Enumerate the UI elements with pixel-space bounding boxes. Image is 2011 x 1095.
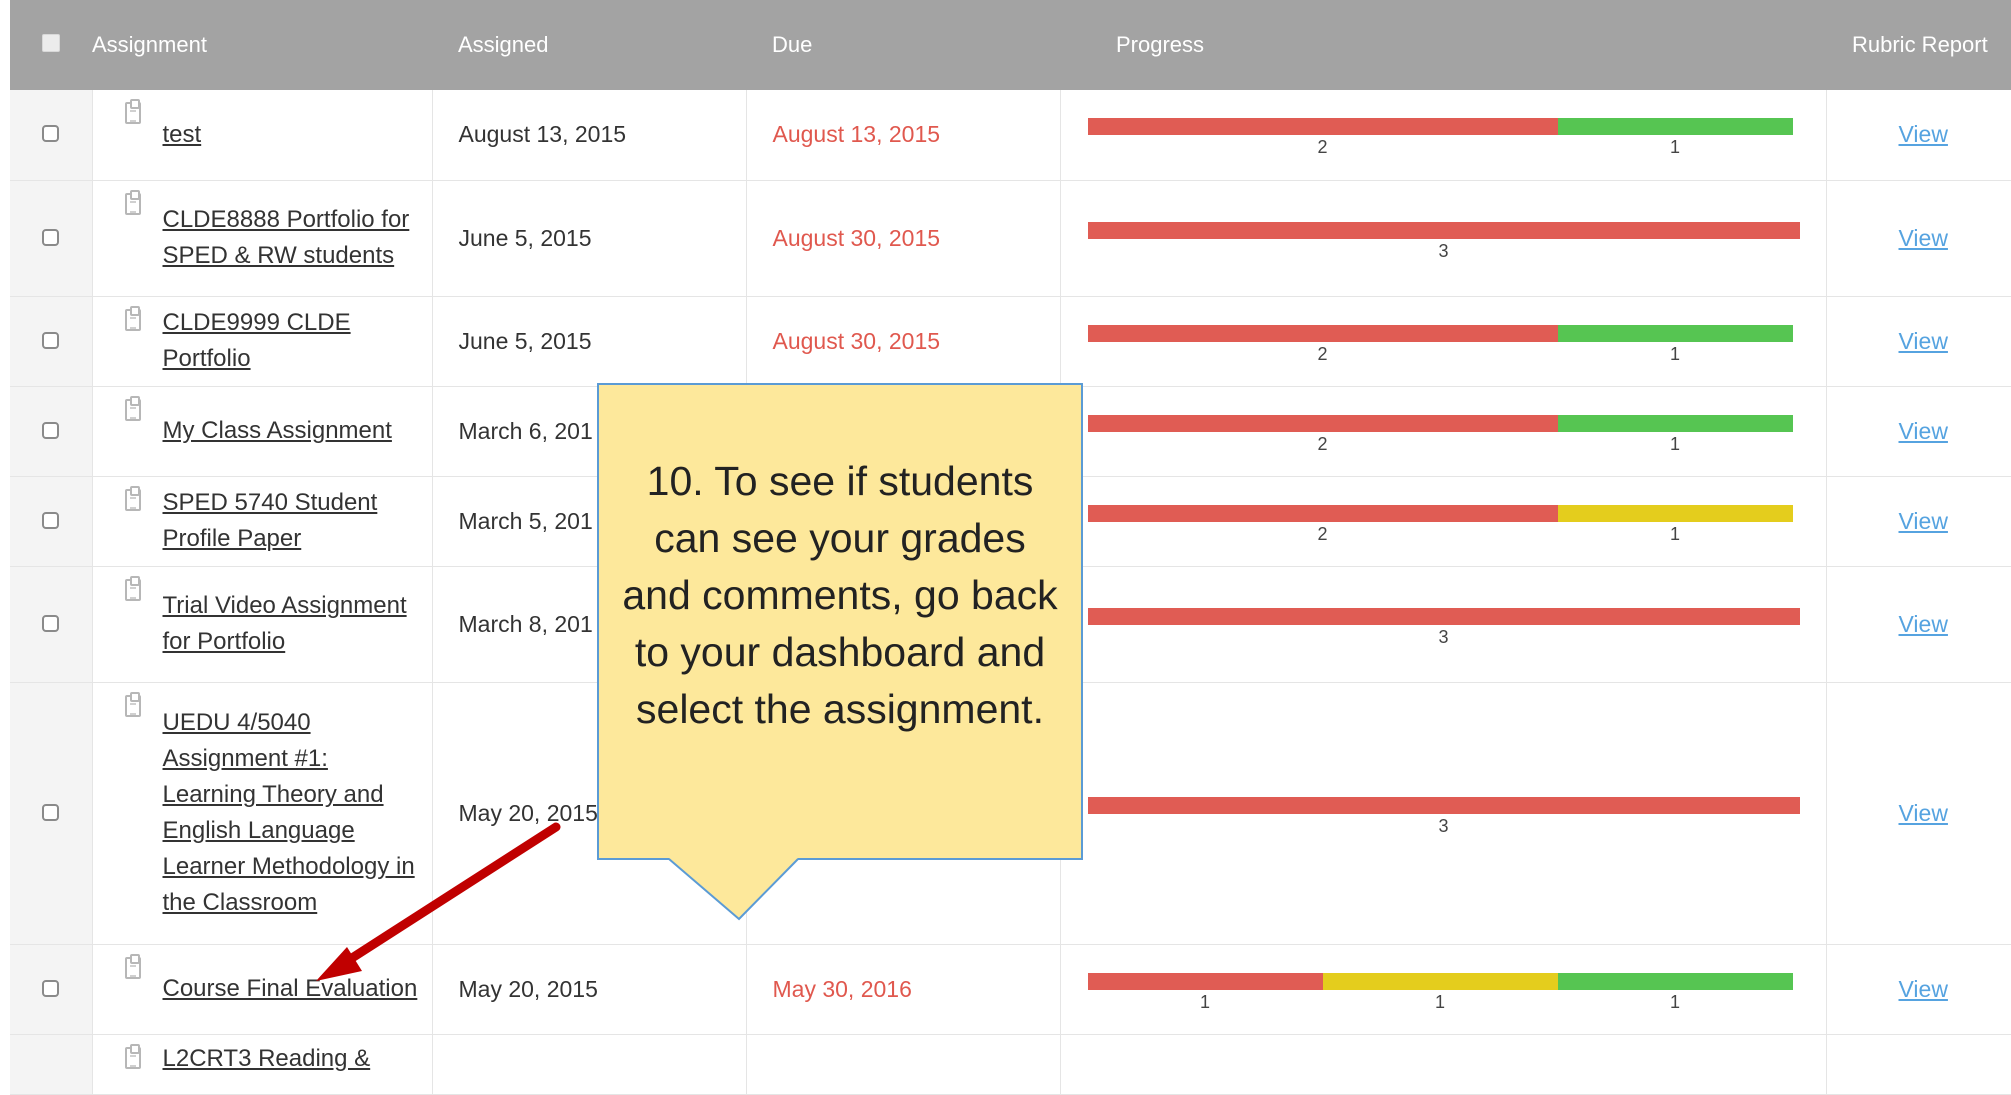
callout-pointer — [668, 858, 799, 921]
